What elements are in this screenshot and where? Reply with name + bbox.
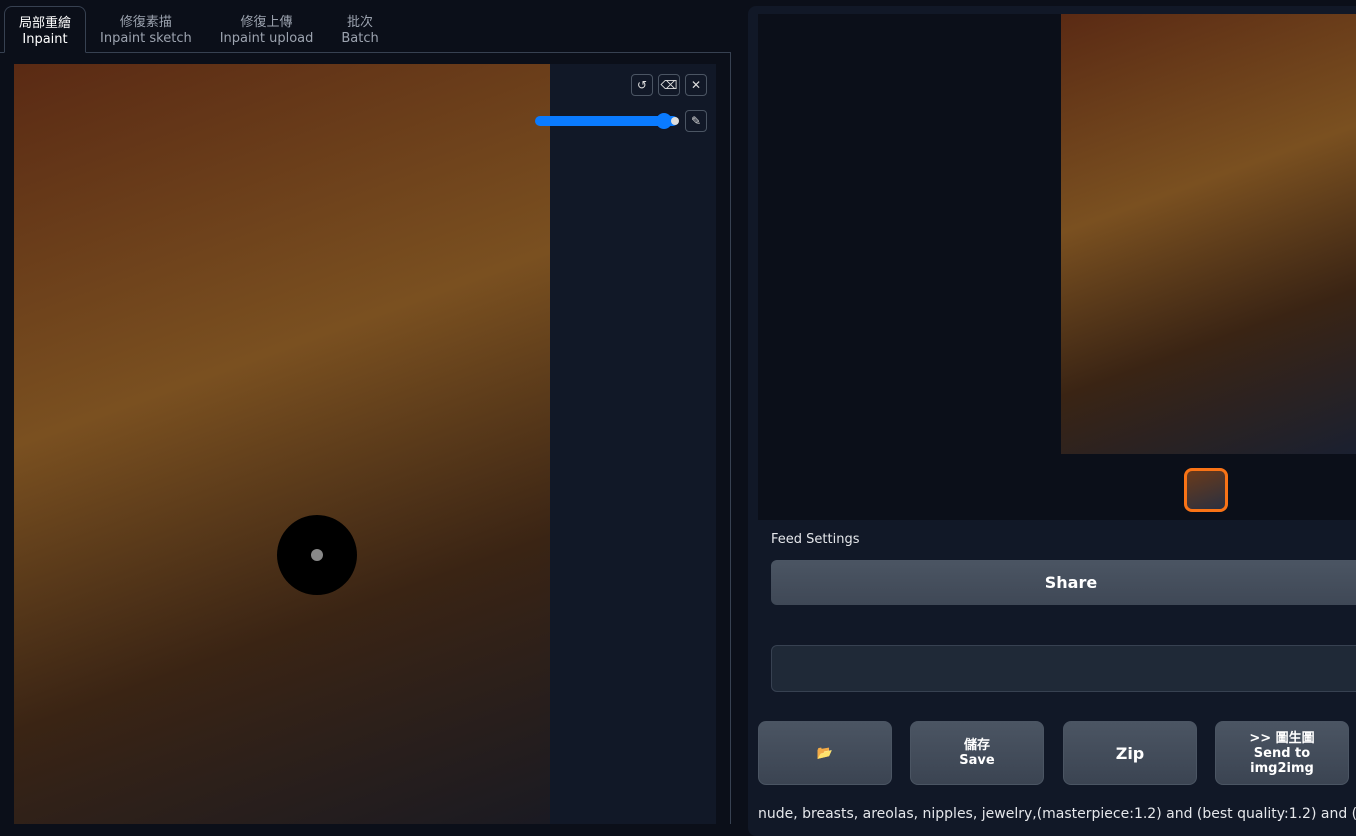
eraser-icon[interactable]: ⌫ (658, 74, 680, 96)
feed-settings-label: Feed Settings (771, 532, 860, 547)
save-label-zh: 儲存 (963, 738, 990, 753)
tab-label-zh: 局部重繪 (19, 16, 72, 31)
slider-knob[interactable] (656, 113, 672, 129)
tab-divider (0, 52, 731, 53)
gallery-thumbnail[interactable] (1184, 468, 1228, 512)
open-folder-button[interactable]: 📂 (758, 721, 892, 785)
inpaint-canvas-image[interactable] (14, 64, 550, 824)
undo-icon[interactable]: ↺ (631, 74, 653, 96)
save-button[interactable]: 儲存 Save (910, 721, 1044, 785)
tab-label-en: Inpaint (22, 32, 68, 47)
generation-info-text: nude, breasts, areolas, nipples, jewelry… (758, 806, 1356, 822)
output-image[interactable] (1061, 14, 1356, 454)
panel-border (730, 52, 731, 824)
zip-button[interactable]: Zip (1063, 721, 1197, 785)
tab-batch[interactable]: 批次 Batch (327, 6, 392, 53)
tab-inpaint[interactable]: 局部重繪 Inpaint (4, 6, 87, 53)
send-label-en2: img2img (1250, 760, 1314, 776)
slider-end (671, 117, 679, 125)
mode-tabs: 局部重繪 Inpaint 修復素描 Inpaint sketch 修復上傳 Inpai… (4, 6, 393, 53)
tab-inpaint-sketch[interactable]: 修復素描 Inpaint sketch (86, 6, 206, 53)
share-button[interactable]: Share (771, 560, 1356, 605)
tab-label-zh: 修復素描 (119, 15, 172, 30)
tab-inpaint-upload[interactable]: 修復上傳 Inpaint upload (206, 6, 328, 53)
tab-label-zh: 批次 (347, 15, 374, 30)
send-label-en: Send to (1253, 745, 1311, 761)
send-label-zh: >> 圖生圖 (1249, 730, 1315, 746)
brush-cursor (277, 515, 357, 595)
tab-label-en: Batch (341, 31, 379, 46)
tab-label-zh: 修復上傳 (240, 15, 293, 30)
folder-icon: 📂 (816, 745, 834, 761)
close-icon[interactable]: ✕ (685, 74, 707, 96)
tab-label-en: Inpaint sketch (100, 31, 192, 46)
brush-size-slider[interactable] (535, 113, 679, 129)
tab-label-en: Inpaint upload (219, 31, 314, 46)
save-label-en: Save (959, 753, 995, 768)
send-to-img2img-button[interactable]: >> 圖生圖 Send to img2img (1215, 721, 1349, 785)
brush-icon[interactable]: ✎ (685, 110, 707, 132)
output-text-field[interactable] (771, 645, 1356, 692)
